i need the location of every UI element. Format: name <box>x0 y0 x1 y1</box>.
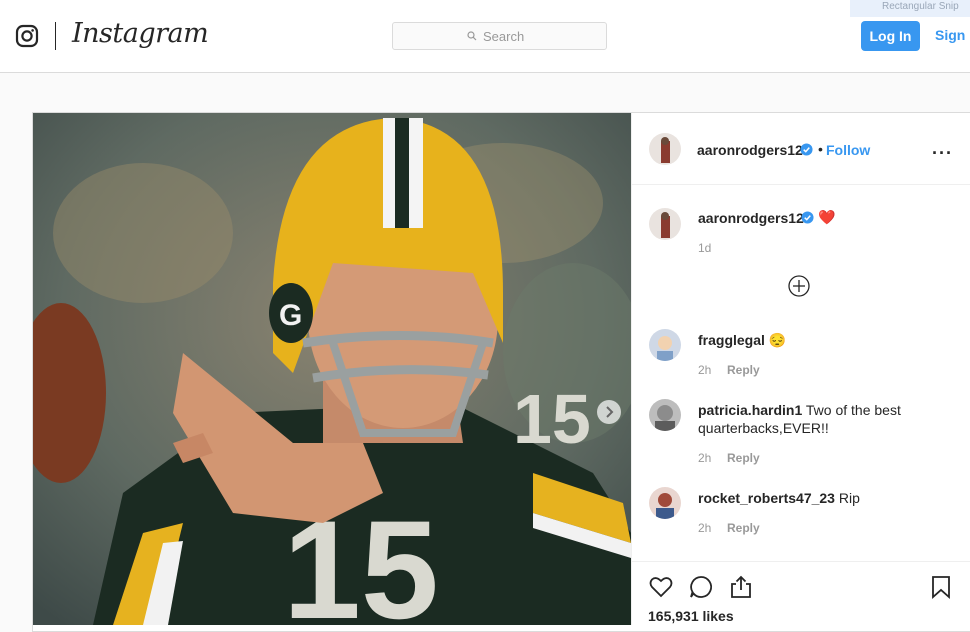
comment-row: patricia.hardin1 Two of the best quarter… <box>698 401 948 437</box>
caption-author-username[interactable]: aaronrodgers12 <box>698 210 804 226</box>
bookmark-icon[interactable] <box>928 574 954 600</box>
snipping-tool-overlay: Rectangular Snip <box>850 0 970 17</box>
comment-timestamp[interactable]: 2h <box>698 363 711 377</box>
add-comment-icon[interactable] <box>788 275 810 297</box>
search-placeholder: Search <box>483 29 525 44</box>
caption-author-avatar[interactable] <box>649 208 681 240</box>
next-arrow-icon <box>606 406 614 418</box>
instagram-wordmark[interactable]: Instagram <box>72 18 209 49</box>
caption-timestamp[interactable]: 1d <box>698 241 711 255</box>
comment-username[interactable]: rocket_roberts47_23 <box>698 490 835 506</box>
heart-icon[interactable] <box>648 574 674 600</box>
caption-heart-emoji: ❤️ <box>818 209 836 225</box>
comment-text: 😔 <box>768 332 787 348</box>
reply-button[interactable]: Reply <box>727 521 760 535</box>
post-actions-bar: 165,931 likes <box>632 561 970 625</box>
author-username[interactable]: aaronrodgers12 <box>697 142 803 158</box>
reply-button[interactable]: Reply <box>727 451 760 465</box>
share-icon[interactable] <box>728 574 754 600</box>
signup-link[interactable]: Sign Up <box>935 27 970 43</box>
post-side-panel: aaronrodgers12 • Follow ··· aaronrodgers… <box>631 113 970 625</box>
reply-button[interactable]: Reply <box>727 363 760 377</box>
svg-text:G: G <box>279 299 302 332</box>
comment-row: rocket_roberts47_23 Rip <box>698 489 860 507</box>
commenter-avatar[interactable] <box>649 329 681 361</box>
snip-label: Rectangular Snip <box>882 1 959 12</box>
comment-row: fragglegal 😔 <box>698 331 786 349</box>
comment-text: Rip <box>838 490 860 506</box>
comment-timestamp[interactable]: 2h <box>698 451 711 465</box>
separator-dot: • <box>818 141 823 157</box>
search-input[interactable]: Search <box>392 22 607 50</box>
commenter-avatar[interactable] <box>649 487 681 519</box>
more-options-icon[interactable]: ··· <box>932 143 953 164</box>
top-navigation-bar: Instagram Search Rectangular Snip Log In… <box>0 0 970 73</box>
commenter-avatar[interactable] <box>649 399 681 431</box>
verified-badge-icon <box>800 143 813 156</box>
author-avatar[interactable] <box>649 133 681 165</box>
header-divider <box>55 22 56 50</box>
comment-username[interactable]: patricia.hardin1 <box>698 402 802 418</box>
login-button[interactable]: Log In <box>861 21 920 51</box>
comment-username[interactable]: fragglegal <box>698 332 765 348</box>
post-photo[interactable]: 15 15 G <box>33 113 631 625</box>
football-player-illustration: 15 15 G <box>33 113 631 625</box>
instagram-glyph-icon[interactable] <box>15 24 39 48</box>
search-icon <box>467 31 477 41</box>
svg-text:15: 15 <box>513 380 591 458</box>
next-photo-button[interactable] <box>597 400 621 424</box>
comment-icon[interactable] <box>688 574 714 600</box>
likes-count[interactable]: 165,931 likes <box>648 608 734 624</box>
follow-button[interactable]: Follow <box>826 142 870 158</box>
comment-timestamp[interactable]: 2h <box>698 521 711 535</box>
verified-badge-icon <box>801 211 814 224</box>
post-header: aaronrodgers12 • Follow ··· <box>632 113 970 185</box>
